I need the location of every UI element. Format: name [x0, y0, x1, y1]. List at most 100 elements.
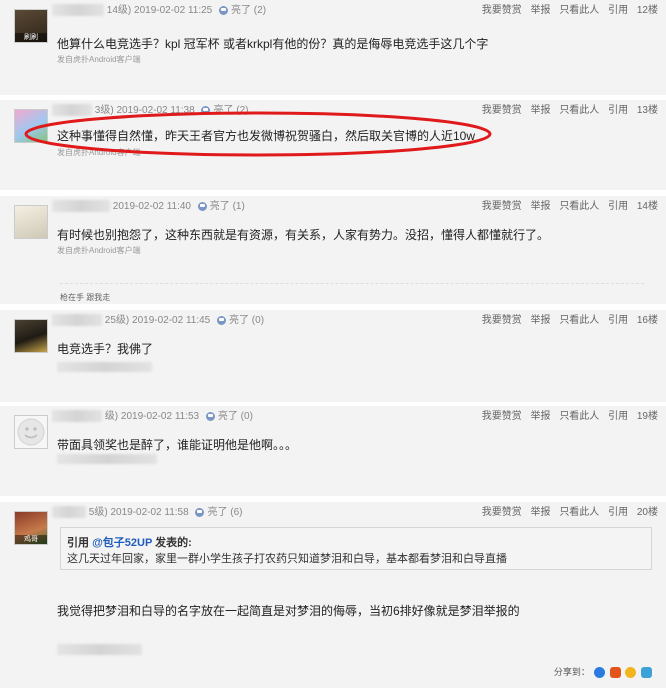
- username-redacted: [52, 314, 102, 327]
- post-meta: 14级) 2019-02-02 11:25 亮了 (2): [52, 4, 266, 18]
- light-label[interactable]: 亮了: [207, 507, 227, 518]
- praise-link[interactable]: 我要赞赏: [482, 5, 522, 16]
- avatar[interactable]: [14, 109, 48, 143]
- avatar-caption: 鸡哥: [15, 535, 47, 544]
- report-link[interactable]: 举报: [531, 5, 551, 16]
- quote-link[interactable]: 引用: [608, 411, 628, 422]
- report-link[interactable]: 举报: [531, 201, 551, 212]
- avatar[interactable]: 鸡哥: [14, 511, 48, 545]
- device-tag[interactable]: 发自虎扑Android客户端: [57, 147, 141, 158]
- light-count: (2): [253, 5, 267, 16]
- light-icon[interactable]: [195, 507, 205, 517]
- device-tag[interactable]: 发自虎扑Android客户端: [57, 54, 141, 65]
- post-ops: 我要赞赏 举报 只看此人 引用 14楼: [476, 200, 658, 214]
- quote-text: 这几天过年回家，家里一群小学生孩子打农药只知道梦泪和白导，基本都看梦泪和白导直播: [67, 553, 507, 565]
- weibo-share-icon[interactable]: [609, 667, 621, 679]
- qq-share-icon[interactable]: [594, 667, 606, 679]
- floor-number: 13楼: [636, 105, 658, 116]
- qzone-share-icon[interactable]: [625, 667, 637, 679]
- light-count: (0): [240, 411, 253, 422]
- username-redacted: [52, 4, 104, 17]
- light-label[interactable]: 亮了: [210, 201, 230, 212]
- username-redacted: [52, 410, 102, 423]
- quote-header: 引用 @包子52UP 发表的:: [67, 534, 192, 550]
- floor-number: 16楼: [636, 315, 658, 326]
- post-meta: 25级) 2019-02-02 11:45 亮了 (0): [52, 314, 264, 328]
- avatar-caption: 刷刷: [15, 33, 47, 42]
- quote-suffix: 发表的:: [152, 537, 192, 549]
- report-link[interactable]: 举报: [531, 411, 551, 422]
- light-icon[interactable]: [197, 201, 207, 211]
- device-tag[interactable]: 发自虎扑Android客户端: [57, 245, 141, 256]
- praise-link[interactable]: 我要赞赏: [482, 411, 522, 422]
- light-icon[interactable]: [201, 105, 211, 115]
- post-content: 带面具领奖也是醉了，谁能证明他是他啊。。。: [57, 438, 298, 452]
- post-floor-12: 刷刷 14级) 2019-02-02 11:25 亮了 (2) 我要赞赏 举报 …: [0, 0, 666, 95]
- quote-link[interactable]: 引用: [608, 507, 628, 518]
- post-level-time: 2019-02-02 11:40: [112, 201, 191, 212]
- default-avatar-icon: [17, 418, 45, 446]
- light-icon[interactable]: [219, 5, 229, 15]
- post-floor-13: 3级) 2019-02-02 11:38 亮了 (2) 我要赞赏 举报 只看此人…: [0, 100, 666, 190]
- floor-number: 14楼: [636, 201, 658, 212]
- avatar[interactable]: [14, 205, 48, 239]
- avatar[interactable]: 刷刷: [14, 9, 48, 43]
- redacted-text: [57, 362, 152, 372]
- wechat-share-icon[interactable]: [641, 667, 652, 679]
- post-floor-16: 25级) 2019-02-02 11:45 亮了 (0) 我要赞赏 举报 只看此…: [0, 310, 666, 402]
- report-link[interactable]: 举报: [531, 507, 551, 518]
- floor-number: 12楼: [636, 5, 658, 16]
- light-icon[interactable]: [217, 315, 227, 325]
- post-ops: 我要赞赏 举报 只看此人 引用 20楼: [476, 506, 658, 520]
- post-ops: 我要赞赏 举报 只看此人 引用 12楼: [476, 4, 658, 18]
- quote-link[interactable]: 引用: [608, 315, 628, 326]
- username-redacted: [52, 104, 92, 117]
- only-this-link[interactable]: 只看此人: [559, 507, 599, 518]
- avatar[interactable]: [14, 319, 48, 353]
- avatar[interactable]: [14, 415, 48, 449]
- light-label[interactable]: 亮了: [229, 315, 249, 326]
- light-label[interactable]: 亮了: [231, 5, 251, 16]
- post-level-time: 5级) 2019-02-02 11:58: [88, 507, 189, 518]
- light-label[interactable]: 亮了: [213, 105, 233, 116]
- quote-user-link[interactable]: @包子52UP: [92, 537, 152, 549]
- only-this-link[interactable]: 只看此人: [559, 105, 599, 116]
- post-level-time: 14级) 2019-02-02 11:25: [106, 5, 213, 16]
- signature-divider: [60, 283, 644, 284]
- praise-link[interactable]: 我要赞赏: [482, 105, 522, 116]
- floor-number: 20楼: [636, 507, 658, 518]
- username-redacted: [52, 200, 110, 213]
- post-content: 这种事懂得自然懂，昨天王者官方也发微博祝贺骚白，然后取关官博的人近10w: [57, 129, 476, 143]
- light-icon[interactable]: [205, 411, 215, 421]
- report-link[interactable]: 举报: [531, 105, 551, 116]
- post-content: 有时候也别抱怨了，这种东西就是有资源，有关系，人家有势力。没招，懂得人都懂就行了…: [57, 228, 550, 242]
- floor-number: 19楼: [636, 411, 658, 422]
- quote-link[interactable]: 引用: [608, 201, 628, 212]
- only-this-link[interactable]: 只看此人: [559, 411, 599, 422]
- quote-link[interactable]: 引用: [608, 5, 628, 16]
- post-content: 电竞选手？我佛了: [57, 342, 154, 356]
- post-level-time: 3级) 2019-02-02 11:38: [94, 105, 195, 116]
- post-floor-14: 2019-02-02 11:40 亮了 (1) 我要赞赏 举报 只看此人 引用 …: [0, 196, 666, 304]
- username-redacted: [52, 506, 86, 519]
- only-this-link[interactable]: 只看此人: [559, 315, 599, 326]
- report-link[interactable]: 举报: [531, 315, 551, 326]
- praise-link[interactable]: 我要赞赏: [482, 201, 522, 212]
- post-ops: 我要赞赏 举报 只看此人 引用 19楼: [476, 410, 658, 424]
- light-count: (2): [236, 105, 249, 116]
- quote-link[interactable]: 引用: [608, 105, 628, 116]
- praise-link[interactable]: 我要赞赏: [482, 507, 522, 518]
- light-count: (1): [232, 201, 245, 212]
- post-floor-19: 级) 2019-02-02 11:53 亮了 (0) 我要赞赏 举报 只看此人 …: [0, 406, 666, 496]
- praise-link[interactable]: 我要赞赏: [482, 315, 522, 326]
- only-this-link[interactable]: 只看此人: [559, 5, 599, 16]
- redacted-text: [57, 644, 142, 655]
- post-level-time: 25级) 2019-02-02 11:45: [104, 315, 211, 326]
- post-floor-20: 鸡哥 5级) 2019-02-02 11:58 亮了 (6) 我要赞赏 举报 只…: [0, 502, 666, 688]
- light-count: (6): [230, 507, 243, 518]
- signature-text[interactable]: 枪在手 跟我走: [60, 292, 110, 303]
- only-this-link[interactable]: 只看此人: [559, 201, 599, 212]
- light-label[interactable]: 亮了: [218, 411, 238, 422]
- post-meta: 3级) 2019-02-02 11:38 亮了 (2): [52, 104, 248, 118]
- light-count: (0): [251, 315, 265, 326]
